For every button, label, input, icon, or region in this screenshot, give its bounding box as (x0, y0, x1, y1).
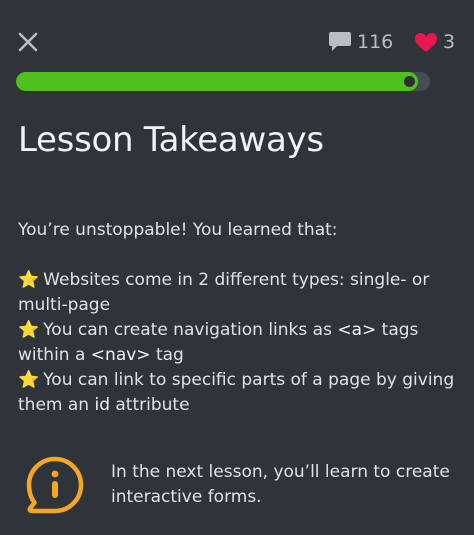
inline-code: id (94, 395, 110, 415)
heart-icon (415, 32, 437, 52)
inline-code: <a> (337, 320, 377, 340)
speech-bubble-icon (329, 32, 351, 51)
hearts-counter[interactable]: 3 (414, 31, 455, 53)
comments-count: 116 (357, 31, 394, 53)
close-button[interactable] (14, 28, 42, 56)
tip-text: In the next lesson, you’ll learn to crea… (111, 462, 450, 507)
star-icon: ⭐ (18, 370, 40, 390)
progress-marker (403, 76, 415, 87)
takeaway-item: ⭐ Websites come in 2 different types: sin… (18, 268, 458, 318)
takeaway-text: You can create navigation links as (43, 320, 338, 340)
hearts-count: 3 (443, 31, 456, 53)
top-bar: 116 3 (0, 0, 474, 70)
takeaway-text: attribute (109, 395, 190, 415)
inline-code: <nav> (90, 345, 151, 365)
progress-fill (16, 72, 418, 91)
takeaway-text: tag (150, 345, 184, 365)
star-icon: ⭐ (18, 270, 40, 290)
takeaway-text: You can link to specific parts of a page… (18, 370, 455, 415)
lesson-progress-bar (16, 72, 430, 91)
lesson-intro: You’re unstoppable! You learned that: (18, 220, 338, 240)
page-title: Lesson Takeaways (18, 120, 324, 160)
takeaway-item: ⭐ You can link to specific parts of a pag… (18, 368, 458, 418)
takeaway-item: ⭐ You can create navigation links as <a> … (18, 318, 458, 368)
info-bubble-icon (26, 456, 84, 514)
comments-counter[interactable]: 116 (328, 31, 393, 53)
star-icon: ⭐ (18, 320, 40, 340)
close-icon (18, 32, 38, 52)
takeaway-text: Websites come in 2 different types: sing… (18, 270, 430, 315)
lesson-content: You’re unstoppable! You learned that: ⭐ W… (18, 218, 458, 418)
next-lesson-tip: In the next lesson, you’ll learn to crea… (24, 454, 454, 524)
